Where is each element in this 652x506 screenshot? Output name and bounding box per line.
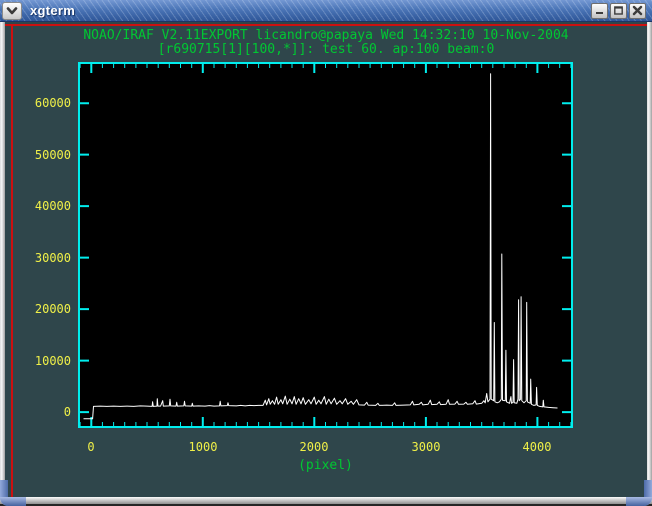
x-tick-label: 0: [61, 440, 121, 454]
titlebar[interactable]: xgterm: [0, 0, 652, 22]
x-tick-label: 3000: [396, 440, 456, 454]
spectrum-plot[interactable]: [5, 22, 647, 497]
window-controls: [591, 3, 646, 19]
plot-area[interactable]: [79, 63, 572, 427]
y-tick-label: 30000: [5, 251, 71, 265]
minimize-icon: [594, 1, 605, 20]
chevron-down-icon: [6, 1, 18, 20]
window-resize-edge-right[interactable]: [647, 22, 652, 497]
x-axis-title: (pixel): [78, 458, 573, 473]
y-tick-label: 60000: [5, 96, 71, 110]
y-tick-label: 50000: [5, 148, 71, 162]
maximize-button[interactable]: [610, 3, 627, 19]
x-tick-label: 1000: [173, 440, 233, 454]
xgterm-window: xgterm NOAO/IRAF V2.11EXPORT: [0, 0, 652, 506]
window-resize-edge-bottom[interactable]: [0, 497, 652, 506]
window-resize-grip-bottom-right[interactable]: [626, 480, 652, 506]
minimize-button[interactable]: [591, 3, 608, 19]
close-button[interactable]: [629, 3, 646, 19]
close-icon: [632, 1, 643, 20]
maximize-icon: [613, 1, 624, 20]
x-tick-label: 4000: [507, 440, 567, 454]
y-tick-label: 40000: [5, 199, 71, 213]
y-tick-label: 10000: [5, 354, 71, 368]
window-title: xgterm: [30, 3, 75, 18]
y-tick-label: 20000: [5, 302, 71, 316]
window-resize-grip-bottom-left[interactable]: [0, 480, 26, 506]
terminal-graphics-screen: NOAO/IRAF V2.11EXPORT licandro@papaya We…: [5, 22, 647, 497]
window-menu-button[interactable]: [2, 2, 22, 20]
y-tick-label: 0: [5, 405, 71, 419]
x-tick-label: 2000: [284, 440, 344, 454]
